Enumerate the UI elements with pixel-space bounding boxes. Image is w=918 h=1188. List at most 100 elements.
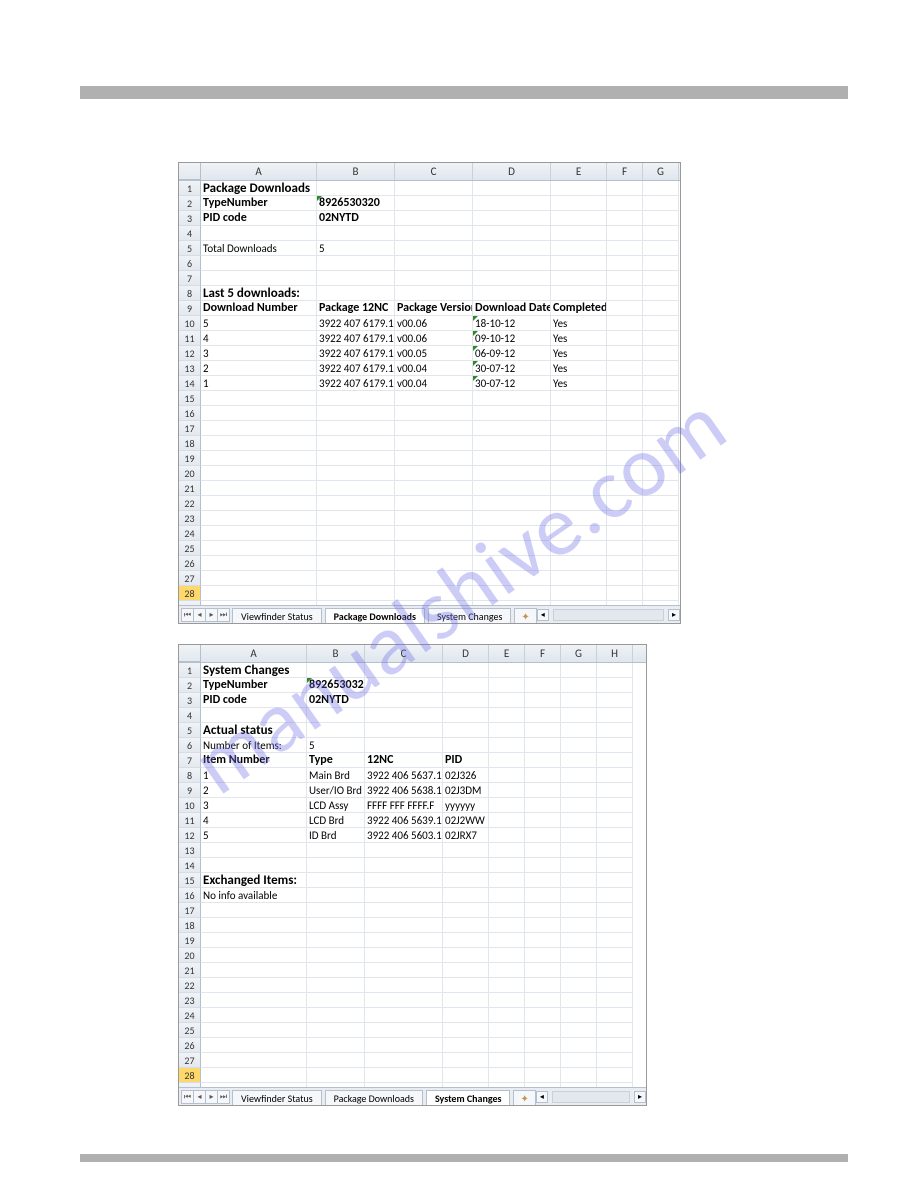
tab-viewfinder-status[interactable]: Viewfinder Status (232, 608, 322, 624)
row-header[interactable]: 4 (179, 226, 201, 241)
cell-D20[interactable] (473, 466, 551, 481)
cell-A20[interactable] (201, 948, 307, 963)
cell-E28[interactable] (489, 1068, 525, 1083)
hscroll-track[interactable] (553, 609, 664, 621)
cell-F26[interactable] (607, 556, 643, 571)
cell-A26[interactable] (201, 556, 317, 571)
cell-H1[interactable] (597, 663, 633, 678)
cell-G1[interactable] (561, 663, 597, 678)
cell-G17[interactable] (561, 903, 597, 918)
cell-C17[interactable] (395, 421, 473, 436)
cell-G7[interactable] (561, 753, 597, 768)
row-header[interactable]: 16 (179, 406, 201, 421)
cell-E18[interactable] (489, 918, 525, 933)
cell-A23[interactable] (201, 993, 307, 1008)
cell-D15[interactable] (473, 391, 551, 406)
tab-viewfinder-status[interactable]: Viewfinder Status (232, 1090, 322, 1106)
cell-B20[interactable] (317, 466, 395, 481)
cell-F8[interactable] (607, 286, 643, 301)
cell-E22[interactable] (551, 496, 607, 511)
cell-A8[interactable]: Last 5 downloads: (201, 286, 317, 301)
cell-A19[interactable] (201, 933, 307, 948)
cell-D6[interactable] (443, 738, 489, 753)
row-header[interactable]: 26 (179, 556, 201, 571)
col-header-F[interactable]: F (607, 163, 643, 180)
cell-B4[interactable] (317, 226, 395, 241)
cell-A7[interactable] (201, 271, 317, 286)
cell-G15[interactable] (643, 391, 679, 406)
cell-F24[interactable] (607, 526, 643, 541)
select-all-corner[interactable] (179, 645, 201, 662)
cell-H5[interactable] (597, 723, 633, 738)
row-header[interactable]: 21 (179, 963, 201, 978)
cell-H28[interactable] (597, 1068, 633, 1083)
cell-E1[interactable] (489, 663, 525, 678)
col-header-E[interactable]: E (489, 645, 525, 662)
cell-D12[interactable]: 06-09-12 (473, 346, 551, 361)
cell-D4[interactable] (473, 226, 551, 241)
cell-F1[interactable] (607, 181, 643, 196)
cell-G6[interactable] (561, 738, 597, 753)
cell-F15[interactable] (607, 391, 643, 406)
cell-B15[interactable] (317, 391, 395, 406)
cell-A15[interactable] (201, 391, 317, 406)
cell-A3[interactable]: PID code (201, 211, 317, 226)
cell-F2[interactable] (607, 196, 643, 211)
cell-C9[interactable]: 3922 406 5638.1 (365, 783, 443, 798)
cell-G18[interactable] (643, 436, 679, 451)
cell-C7[interactable] (395, 271, 473, 286)
cell-D28[interactable] (443, 1068, 489, 1083)
cell-G1[interactable] (643, 181, 679, 196)
cell-D14[interactable] (443, 858, 489, 873)
cell-A13[interactable] (201, 843, 307, 858)
col-header-D[interactable]: D (473, 163, 551, 180)
cell-G27[interactable] (643, 571, 679, 586)
cell-H15[interactable] (597, 873, 633, 888)
col-header-D[interactable]: D (443, 645, 489, 662)
cell-C9[interactable]: Package Version (395, 301, 473, 316)
cell-G12[interactable] (643, 346, 679, 361)
cell-B17[interactable] (317, 421, 395, 436)
cell-E26[interactable] (551, 556, 607, 571)
cell-G19[interactable] (643, 451, 679, 466)
cell-B22[interactable] (307, 978, 365, 993)
cell-F7[interactable] (607, 271, 643, 286)
cell-G24[interactable] (643, 526, 679, 541)
cell-E5[interactable] (551, 241, 607, 256)
cell-E7[interactable] (551, 271, 607, 286)
col-header-F[interactable]: F (525, 645, 561, 662)
cell-A6[interactable] (201, 256, 317, 271)
cell-G16[interactable] (643, 406, 679, 421)
row-header[interactable]: 17 (179, 903, 201, 918)
cell-E4[interactable] (551, 226, 607, 241)
cell-B14[interactable]: 3922 407 6179.1 (317, 376, 395, 391)
row-header[interactable]: 13 (179, 843, 201, 858)
cell-B2[interactable]: 8926530320 (307, 678, 365, 693)
cell-G23[interactable] (561, 993, 597, 1008)
cell-A10[interactable]: 5 (201, 316, 317, 331)
cell-B25[interactable] (307, 1023, 365, 1038)
cell-C8[interactable]: 3922 406 5637.1 (365, 768, 443, 783)
cell-D19[interactable] (473, 451, 551, 466)
cell-D26[interactable] (473, 556, 551, 571)
cell-E10[interactable] (489, 798, 525, 813)
cell-A19[interactable] (201, 451, 317, 466)
col-header-G[interactable]: G (643, 163, 679, 180)
row-header[interactable]: 6 (179, 738, 201, 753)
cell-B19[interactable] (307, 933, 365, 948)
cell-A21[interactable] (201, 481, 317, 496)
cell-C4[interactable] (395, 226, 473, 241)
row-header[interactable]: 2 (179, 196, 201, 211)
cell-A10[interactable]: 3 (201, 798, 307, 813)
cell-D23[interactable] (443, 993, 489, 1008)
cell-D27[interactable] (443, 1053, 489, 1068)
cell-A18[interactable] (201, 918, 307, 933)
cell-F12[interactable] (607, 346, 643, 361)
row-header[interactable]: 25 (179, 541, 201, 556)
cell-E6[interactable] (551, 256, 607, 271)
cell-G20[interactable] (561, 948, 597, 963)
cell-A14[interactable]: 1 (201, 376, 317, 391)
cell-D6[interactable] (473, 256, 551, 271)
cell-G14[interactable] (561, 858, 597, 873)
cell-G25[interactable] (561, 1023, 597, 1038)
